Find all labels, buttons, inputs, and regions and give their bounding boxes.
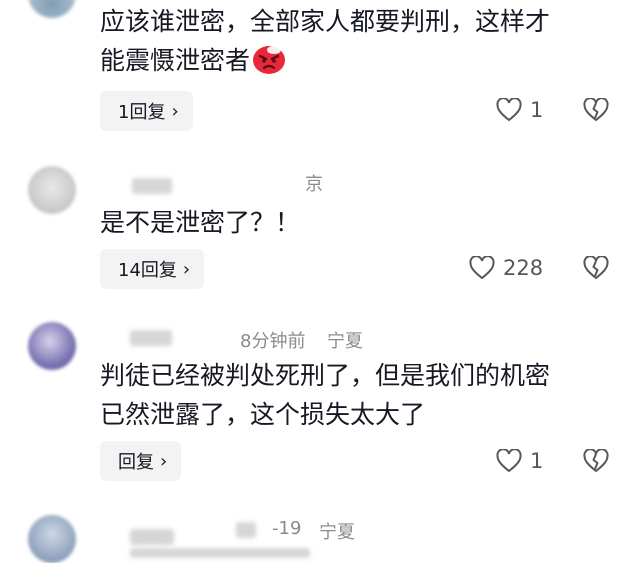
like-count: 1 <box>530 449 544 473</box>
like-button[interactable]: 1 <box>496 98 543 122</box>
reply-label: 14回复 <box>118 260 177 281</box>
avatar[interactable] <box>28 515 76 563</box>
heart-icon <box>496 98 522 122</box>
location-label: 京 <box>305 174 323 195</box>
chevron-right-icon: › <box>171 100 179 122</box>
username[interactable] <box>130 330 172 346</box>
location-label: 宁夏 <box>319 522 355 543</box>
comment-text: 判徒已经被判处死刑了，但是我们的机密 已然泄露了，这个损失太大了 <box>100 361 551 429</box>
broken-heart-icon[interactable] <box>583 256 609 280</box>
chevron-right-icon: › <box>182 258 191 280</box>
like-button[interactable]: 1 <box>496 449 543 473</box>
username[interactable] <box>130 529 174 545</box>
heart-icon <box>469 256 495 280</box>
reply-button[interactable]: 1回复 › <box>100 91 193 131</box>
reply-label: 回复 <box>118 452 154 473</box>
reply-button[interactable]: 14回复 › <box>100 249 205 289</box>
reply-label: 1回复 <box>118 102 166 123</box>
date-redacted <box>236 522 256 538</box>
chevron-right-icon: › <box>160 450 168 472</box>
location-label: 宁夏 <box>327 331 363 352</box>
angry-face-emoji-icon <box>253 46 286 74</box>
username[interactable] <box>132 178 172 194</box>
broken-heart-icon[interactable] <box>583 449 609 473</box>
broken-heart-icon[interactable] <box>583 98 609 122</box>
comment-text: 是不是泄密了？！ <box>100 208 301 237</box>
like-button[interactable]: 228 <box>469 256 543 280</box>
like-count: 1 <box>530 98 544 122</box>
date-label: -19 <box>272 518 302 539</box>
like-count: 228 <box>503 256 544 280</box>
comment-text: 应该谁泄密，全部家人都要判刑，这样才 能震慑泄密者 <box>100 7 551 75</box>
avatar[interactable] <box>28 166 76 214</box>
avatar[interactable] <box>28 322 76 370</box>
comment-text-redacted <box>130 548 310 558</box>
timestamp: 8分钟前 <box>240 331 306 352</box>
avatar[interactable] <box>28 0 76 18</box>
reply-button[interactable]: 回复 › <box>100 441 182 481</box>
heart-icon <box>496 449 522 473</box>
